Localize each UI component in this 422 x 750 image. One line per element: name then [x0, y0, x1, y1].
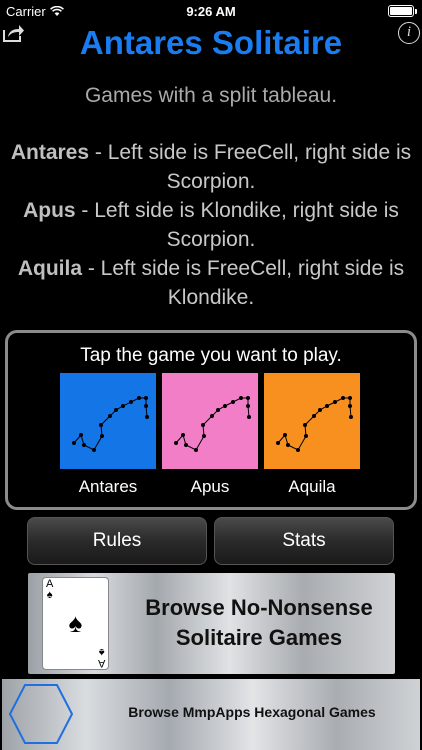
game-antares[interactable]: Antares — [60, 373, 156, 497]
description-antares: Antares - Left side is FreeCell, right s… — [8, 138, 414, 196]
description-aquila: Aquila - Left side is FreeCell, right si… — [8, 254, 414, 312]
browse-hexagonal-banner[interactable]: Browse MmpApps Hexagonal Games — [2, 679, 420, 750]
game-aquila[interactable]: Aquila — [264, 373, 360, 497]
stats-button[interactable]: Stats — [214, 517, 394, 565]
banner-solitaire-text: Browse No-Nonsense Solitaire Games — [145, 595, 373, 650]
constellation-icon — [60, 373, 156, 469]
constellation-icon — [264, 373, 360, 469]
battery-icon — [388, 5, 417, 17]
card-rank-top: A ♠ — [46, 578, 54, 601]
game-label: Apus — [190, 477, 230, 496]
ace-of-spades-card: A ♠ ♠ A ♠ — [42, 577, 109, 670]
description-text: - Left side is Klondike, right side is S… — [75, 199, 399, 251]
status-bar: Carrier 9:26 AM — [0, 0, 422, 22]
clock: 9:26 AM — [186, 4, 236, 19]
browse-solitaire-banner[interactable]: A ♠ ♠ A ♠ Browse No-Nonsense Solitaire Gam… — [28, 573, 395, 674]
game-tile[interactable] — [60, 373, 156, 469]
description-name: Aquila — [17, 257, 83, 280]
constellation-icon — [162, 373, 258, 469]
tile-background — [162, 373, 258, 469]
spade-icon: ♠ — [68, 608, 83, 638]
subtitle: Games with a split tableau. — [84, 84, 338, 107]
description-text: - Left side is FreeCell, right side is S… — [89, 141, 412, 193]
game-label: Antares — [78, 477, 138, 496]
game-tile[interactable] — [264, 373, 360, 469]
card-rank-bottom: A ♠ — [97, 646, 105, 669]
banner-hexagonal-text: Browse MmpApps Hexagonal Games — [128, 704, 376, 720]
tile-background — [264, 373, 360, 469]
game-label: Aquila — [288, 477, 336, 496]
game-descriptions: Antares - Left side is FreeCell, right s… — [8, 138, 414, 312]
game-tile[interactable] — [162, 373, 258, 469]
description-apus: Apus - Left side is Klondike, right side… — [8, 196, 414, 254]
description-name: Antares — [10, 141, 90, 164]
game-picker: Tap the game you want to play. Antares A… — [5, 330, 417, 510]
page-title: Antares Solitaire — [79, 24, 343, 61]
description-text: - Left side is FreeCell, right side is K… — [82, 257, 405, 309]
tile-background — [60, 373, 156, 469]
hexagon-icon — [8, 684, 74, 744]
picker-prompt: Tap the game you want to play. — [80, 345, 342, 366]
description-name: Apus — [23, 199, 76, 222]
game-apus[interactable]: Apus — [162, 373, 258, 497]
rules-button[interactable]: Rules — [27, 517, 207, 565]
